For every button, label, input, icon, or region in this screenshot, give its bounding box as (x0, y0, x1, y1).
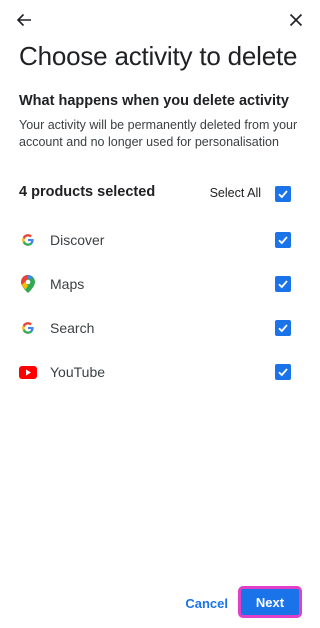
product-item-search[interactable]: Search (0, 311, 320, 355)
select-all-checkbox[interactable] (275, 186, 291, 202)
product-checkbox[interactable] (275, 276, 291, 292)
google-g-icon (19, 231, 37, 249)
close-button[interactable] (284, 8, 308, 32)
product-item-youtube[interactable]: YouTube (0, 355, 320, 399)
close-icon (289, 13, 303, 27)
next-button[interactable]: Next (238, 586, 302, 618)
selected-count: 4 products selected (19, 184, 156, 200)
check-icon (278, 236, 288, 245)
check-icon (278, 190, 288, 199)
product-checkbox[interactable] (275, 364, 291, 380)
product-label: Maps (50, 276, 85, 292)
dialog-footer: Cancel Next (0, 568, 320, 628)
product-label: Discover (50, 232, 105, 248)
check-icon (278, 280, 288, 289)
page-title: Choose activity to delete (19, 41, 298, 71)
product-label: Search (50, 320, 95, 336)
selection-summary: 4 products selected Select All (19, 180, 301, 206)
product-item-discover[interactable]: Discover (0, 223, 320, 267)
select-all-label: Select All (209, 186, 261, 200)
check-icon (278, 324, 288, 333)
product-item-maps[interactable]: Maps (0, 267, 320, 311)
youtube-icon (19, 363, 37, 381)
product-checkbox[interactable] (275, 320, 291, 336)
product-checkbox[interactable] (275, 232, 291, 248)
arrow-back-icon (16, 13, 31, 27)
product-label: YouTube (50, 364, 106, 380)
google-maps-pin-icon (19, 275, 37, 293)
back-button[interactable] (12, 8, 36, 32)
info-heading: What happens when you delete activity (19, 93, 289, 109)
top-bar (0, 0, 320, 40)
info-description: Your activity will be permanently delete… (19, 118, 298, 149)
cancel-button[interactable]: Cancel (185, 596, 228, 611)
product-list: Discover Maps Search YouTube (0, 223, 320, 399)
google-g-icon (19, 319, 37, 337)
check-icon (278, 368, 288, 377)
